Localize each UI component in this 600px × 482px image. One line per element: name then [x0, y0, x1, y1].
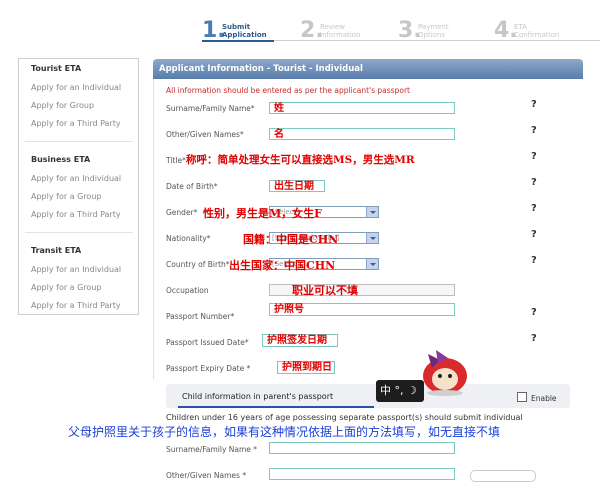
step-label: ETA Confirmation: [514, 23, 560, 39]
nationality-annotation: 国籍：中国是CHN: [243, 233, 339, 246]
chevron-down-icon: [366, 207, 378, 217]
sidebar-item-transit-individual[interactable]: Apply for an Individual: [31, 265, 121, 274]
child-surname-input[interactable]: [269, 442, 455, 454]
ime-toolbar[interactable]: 中 °, ☽: [376, 380, 424, 402]
child-note: Children under 16 years of age possessin…: [166, 413, 523, 422]
passport-notice: All information should be entered as per…: [166, 86, 410, 95]
country-of-birth-label: Country of Birth*: [166, 260, 230, 269]
help-icon[interactable]: ?: [531, 177, 537, 188]
help-icon[interactable]: ?: [531, 99, 537, 110]
occupation-annotation: 职业可以不填: [292, 284, 358, 297]
surname-input[interactable]: 姓: [269, 102, 455, 114]
help-icon[interactable]: ?: [531, 203, 537, 214]
passport-expiry-label: Passport Expiry Date *: [166, 364, 251, 373]
child-given-names-input[interactable]: [269, 468, 455, 480]
progress-steps: 1. Submit Application 2. Review Informatio…: [200, 18, 600, 48]
help-icon[interactable]: ?: [531, 151, 537, 162]
tooltip-bubble: [470, 470, 536, 482]
sidebar-divider: [25, 141, 133, 142]
step-label: Payment Options: [418, 23, 449, 39]
child-surname-label: Surname/Family Name *: [166, 445, 258, 454]
help-icon[interactable]: ?: [531, 125, 537, 136]
help-icon[interactable]: ?: [531, 229, 537, 240]
sidebar-item-business-group[interactable]: Apply for a Group: [31, 192, 101, 201]
gender-label: Gender*: [166, 208, 198, 217]
surname-label: Surname/Family Name*: [166, 104, 255, 113]
help-icon[interactable]: ?: [531, 255, 537, 266]
child-title-underline: [178, 406, 374, 408]
sidebar-heading-tourist: Tourist ETA: [31, 64, 82, 73]
sidebar-item-business-third-party[interactable]: Apply for a Third Party: [31, 210, 121, 219]
dob-input[interactable]: 出生日期: [269, 180, 325, 192]
step-divider: [274, 40, 600, 41]
passport-number-label: Passport Number*: [166, 312, 235, 321]
child-given-names-label: Other/Given Names *: [166, 471, 247, 480]
sidebar-heading-business: Business ETA: [31, 155, 91, 164]
sidebar-item-transit-group[interactable]: Apply for a Group: [31, 283, 101, 292]
sidebar-item-tourist-individual[interactable]: Apply for an Individual: [31, 83, 121, 92]
sidebar-item-business-individual[interactable]: Apply for an Individual: [31, 174, 121, 183]
sidebar-item-tourist-third-party[interactable]: Apply for a Third Party: [31, 119, 121, 128]
given-names-label: Other/Given Names*: [166, 130, 244, 139]
sidebar-divider: [25, 232, 133, 233]
title-label: Title*: [166, 156, 186, 165]
given-names-input[interactable]: 名: [269, 128, 455, 140]
enable-checkbox[interactable]: [517, 392, 527, 402]
step-label: Submit Application: [222, 23, 267, 39]
sidebar-item-tourist-group[interactable]: Apply for Group: [31, 101, 94, 110]
help-icon[interactable]: ?: [531, 333, 537, 344]
child-section-title: Child information in parent's passport: [182, 392, 334, 401]
active-step-underline: [202, 40, 274, 42]
panel-title: Applicant Information - Tourist - Indivi…: [153, 59, 583, 79]
passport-number-input[interactable]: 护照号: [269, 303, 455, 316]
sidebar: Tourist ETA Apply for an Individual Appl…: [18, 58, 139, 315]
passport-issued-input[interactable]: 护照签发日期: [262, 334, 338, 347]
mascot-icon: [423, 350, 467, 396]
occupation-label: Occupation: [166, 286, 209, 295]
nationality-label: Nationality*: [166, 234, 211, 243]
country-of-birth-annotation: 出生国家：中国CHN: [229, 259, 336, 272]
passport-issued-label: Passport Issued Date*: [166, 338, 249, 347]
child-annotation: 父母护照里关于孩子的信息，如果有这种情况依据上面的方法填写，如无直接不填: [68, 425, 501, 439]
dob-label: Date of Birth*: [166, 182, 218, 191]
step-label: Review Information: [320, 23, 361, 39]
passport-expiry-input[interactable]: 护照到期日: [277, 361, 335, 374]
panel-border: [153, 79, 154, 379]
chevron-down-icon: [366, 259, 378, 269]
enable-label: Enable: [531, 394, 557, 403]
gender-annotation: 性别，男生是M，女生F: [203, 207, 322, 220]
sidebar-item-transit-third-party[interactable]: Apply for a Third Party: [31, 301, 121, 310]
title-annotation: 称呼：简单处理女生可以直接选MS，男生选MR: [186, 154, 415, 166]
help-icon[interactable]: ?: [531, 307, 537, 318]
chevron-down-icon: [366, 233, 378, 243]
sidebar-heading-transit: Transit ETA: [31, 246, 82, 255]
